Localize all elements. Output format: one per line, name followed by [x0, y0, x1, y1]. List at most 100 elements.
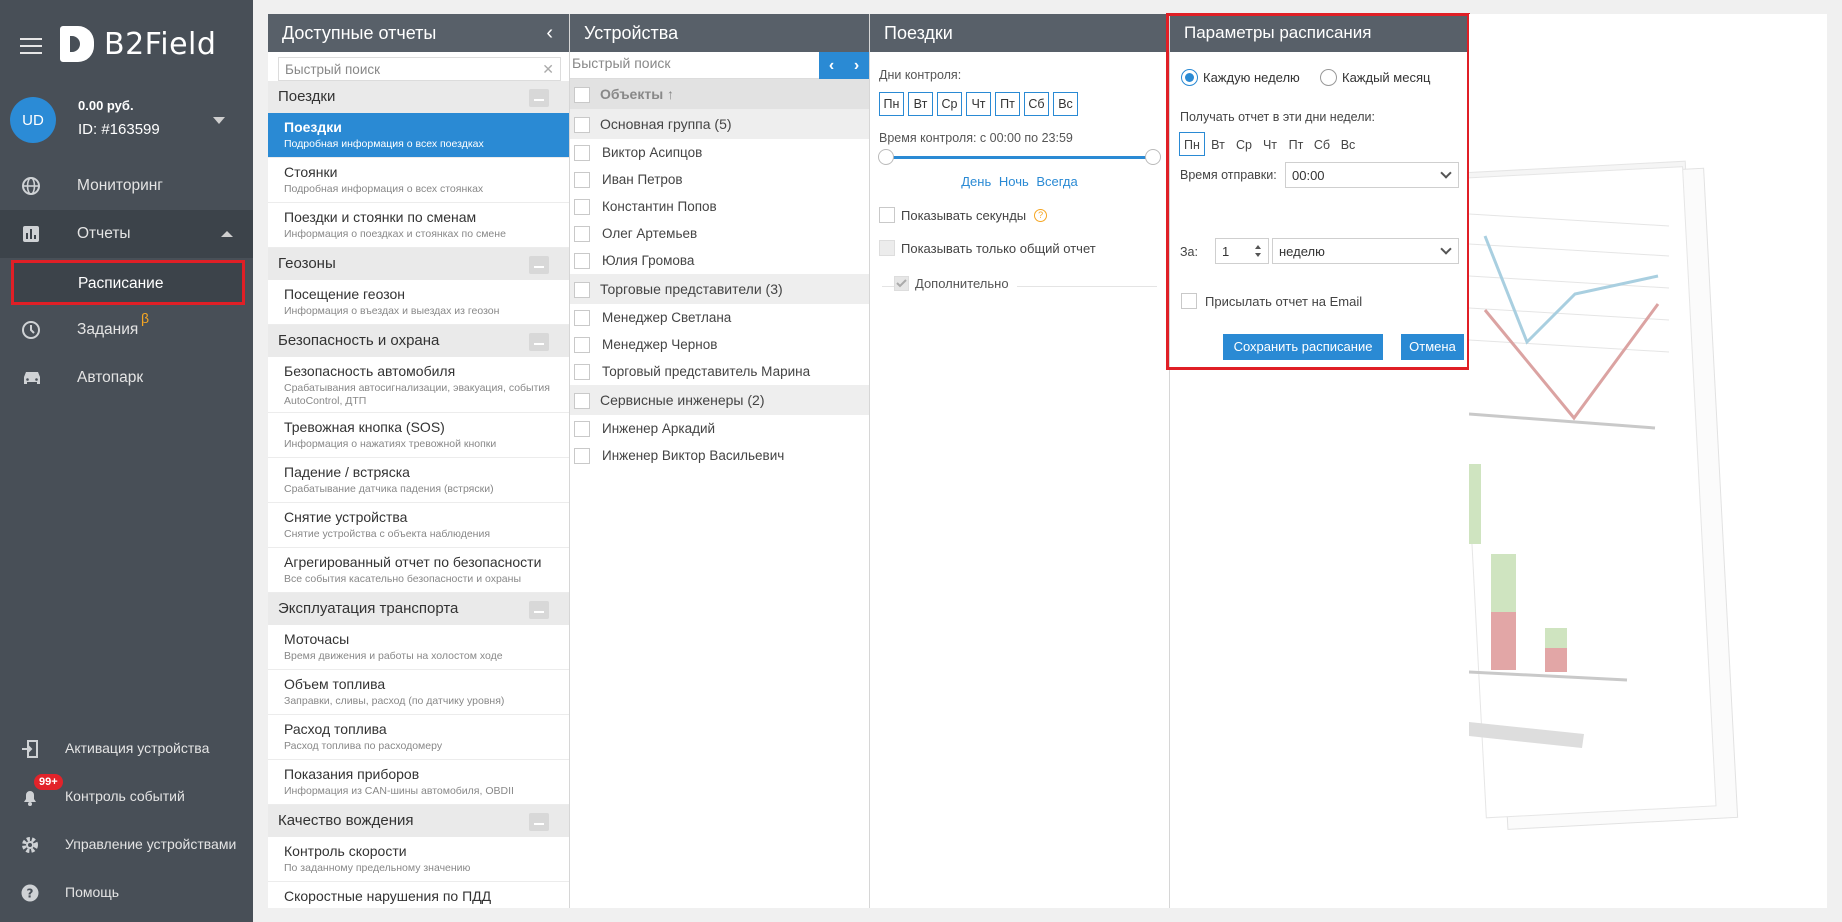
schedule-day-toggle[interactable]: Пт — [1283, 133, 1309, 157]
nav-fleet[interactable]: Автопарк — [0, 354, 253, 402]
nav-device-management[interactable]: Управление устройствами — [0, 825, 253, 865]
show-total-only-option[interactable]: Показывать только общий отчет — [879, 240, 1096, 256]
weekly-radio[interactable] — [1181, 69, 1198, 86]
schedule-day-toggle[interactable]: Вт — [1205, 133, 1231, 157]
device-group-row[interactable]: Сервисные инженеры (2) — [570, 385, 869, 415]
send-time-select[interactable]: 00:00 — [1285, 162, 1459, 188]
report-group-header[interactable]: Безопасность и охрана — [268, 325, 569, 357]
report-item[interactable]: Агрегированный отчет по безопасности Все … — [268, 548, 569, 593]
control-day-toggle[interactable]: Чт — [966, 92, 991, 116]
report-group-header[interactable]: Эксплуатация транспорта — [268, 593, 569, 625]
devices-search-input[interactable]: Быстрый поиск ‹ › — [570, 52, 869, 79]
show-seconds-checkbox[interactable] — [879, 207, 895, 223]
device-group-row[interactable]: Основная группа (5) — [570, 109, 869, 139]
group-checkbox[interactable] — [574, 393, 590, 410]
help-icon[interactable]: ? — [1034, 208, 1048, 222]
schedule-day-toggle[interactable]: Пн — [1179, 132, 1205, 156]
device-checkbox[interactable] — [574, 448, 590, 465]
time-range-slider[interactable] — [878, 149, 1161, 165]
report-item[interactable]: Поездки Подробная информация о всех поезд… — [268, 113, 569, 158]
device-checkbox[interactable] — [574, 253, 590, 270]
collapse-caret-icon[interactable] — [221, 231, 233, 237]
reports-search-input[interactable]: Быстрый поиск ✕ — [278, 57, 561, 81]
preset-always-link[interactable]: Всегда — [1036, 174, 1077, 189]
group-checkbox[interactable] — [574, 282, 590, 299]
control-day-toggle[interactable]: Сб — [1024, 92, 1049, 116]
slider-end-handle[interactable] — [1145, 149, 1161, 165]
chevron-left-icon[interactable]: ‹ — [829, 57, 834, 75]
chevron-left-icon[interactable]: ‹ — [546, 23, 553, 43]
device-group-row[interactable]: Торговые представители (3) — [570, 274, 869, 304]
report-item[interactable]: Тревожная кнопка (SOS) Информация о нажат… — [268, 413, 569, 458]
slider-start-handle[interactable] — [878, 149, 894, 165]
device-row[interactable]: Виктор Асипцов — [570, 139, 869, 166]
extra-checkbox[interactable] — [894, 276, 909, 291]
schedule-day-toggle[interactable]: Сб — [1309, 133, 1335, 157]
schedule-day-toggle[interactable]: Ср — [1231, 133, 1257, 157]
collapse-group-icon[interactable] — [529, 256, 549, 274]
report-item[interactable]: Объем топлива Заправки, сливы, расход (по… — [268, 670, 569, 715]
save-schedule-button[interactable]: Сохранить расписание — [1223, 334, 1383, 360]
chevron-right-icon[interactable]: › — [854, 57, 859, 75]
preset-day-link[interactable]: День — [961, 174, 991, 189]
device-checkbox[interactable] — [574, 421, 590, 438]
nav-reports[interactable]: Отчеты — [0, 210, 253, 258]
device-row[interactable]: Менеджер Чернов — [570, 331, 869, 358]
control-day-toggle[interactable]: Вт — [908, 92, 933, 116]
device-checkbox[interactable] — [574, 364, 590, 381]
account-dropdown-icon[interactable] — [213, 117, 225, 124]
menu-icon[interactable] — [20, 38, 42, 56]
device-row[interactable]: Константин Попов — [570, 193, 869, 220]
control-day-toggle[interactable]: Пн — [879, 92, 904, 116]
monthly-option[interactable]: Каждый месяц — [1320, 69, 1430, 86]
device-checkbox[interactable] — [574, 199, 590, 216]
schedule-day-toggle[interactable]: Вс — [1335, 133, 1361, 157]
device-row[interactable]: Иван Петров — [570, 166, 869, 193]
stepper-up-icon[interactable] — [1255, 245, 1261, 249]
collapse-group-icon[interactable] — [529, 813, 549, 831]
report-item[interactable]: Контроль скорости По заданному предельном… — [268, 837, 569, 882]
nav-events[interactable]: 99+ Контроль событий — [0, 774, 253, 817]
device-checkbox[interactable] — [574, 172, 590, 189]
report-item[interactable]: Расход топлива Расход топлива по расходом… — [268, 715, 569, 760]
cancel-button[interactable]: Отмена — [1401, 334, 1464, 360]
show-total-only-checkbox[interactable] — [879, 240, 895, 256]
objects-header[interactable]: Объекты ↑ — [570, 79, 869, 109]
monthly-radio[interactable] — [1320, 69, 1337, 86]
nav-activation[interactable]: Активация устройства — [0, 729, 253, 769]
show-seconds-option[interactable]: Показывать секунды ? — [879, 207, 1048, 223]
period-unit-select[interactable]: неделю — [1272, 238, 1459, 264]
stepper-down-icon[interactable] — [1255, 253, 1261, 257]
email-option[interactable]: Присылать отчет на Email — [1181, 293, 1362, 309]
report-item[interactable]: Поездки и стоянки по сменам Информация о … — [268, 203, 569, 248]
device-checkbox[interactable] — [574, 337, 590, 354]
period-count-stepper[interactable]: 1 — [1215, 238, 1269, 264]
control-day-toggle[interactable]: Пт — [995, 92, 1020, 116]
avatar[interactable]: UD — [10, 97, 56, 143]
report-item[interactable]: Моточасы Время движения и работы на холос… — [268, 625, 569, 670]
device-row[interactable]: Инженер Аркадий — [570, 415, 869, 442]
report-item[interactable]: Посещение геозон Информация о въездах и в… — [268, 280, 569, 325]
preset-night-link[interactable]: Ночь — [999, 174, 1029, 189]
device-checkbox[interactable] — [574, 310, 590, 327]
clear-icon[interactable]: ✕ — [542, 61, 554, 78]
device-row[interactable]: Менеджер Светлана — [570, 304, 869, 331]
group-checkbox[interactable] — [574, 117, 590, 134]
device-row[interactable]: Торговый представитель Марина — [570, 358, 869, 385]
report-item[interactable]: Снятие устройства Снятие устройства с объ… — [268, 503, 569, 548]
weekly-option[interactable]: Каждую неделю — [1181, 69, 1300, 86]
device-row[interactable]: Олег Артемьев — [570, 220, 869, 247]
collapse-group-icon[interactable] — [529, 601, 549, 619]
report-item[interactable]: Падение / встряска Срабатывание датчика п… — [268, 458, 569, 503]
nav-monitoring[interactable]: Мониторинг — [0, 162, 253, 210]
nav-tasks[interactable]: Задания — [0, 306, 253, 354]
control-day-toggle[interactable]: Ср — [937, 92, 962, 116]
collapse-group-icon[interactable] — [529, 333, 549, 351]
report-group-header[interactable]: Геозоны — [268, 248, 569, 280]
control-day-toggle[interactable]: Вс — [1053, 92, 1078, 116]
extra-options-toggle[interactable]: Дополнительно — [894, 276, 1017, 291]
report-item[interactable]: Показания приборов Информация из CAN-шины… — [268, 760, 569, 805]
report-item[interactable]: Безопасность автомобиля Срабатывания авто… — [268, 357, 569, 413]
collapse-group-icon[interactable] — [529, 89, 549, 107]
nav-help[interactable]: ? Помощь — [0, 873, 253, 913]
